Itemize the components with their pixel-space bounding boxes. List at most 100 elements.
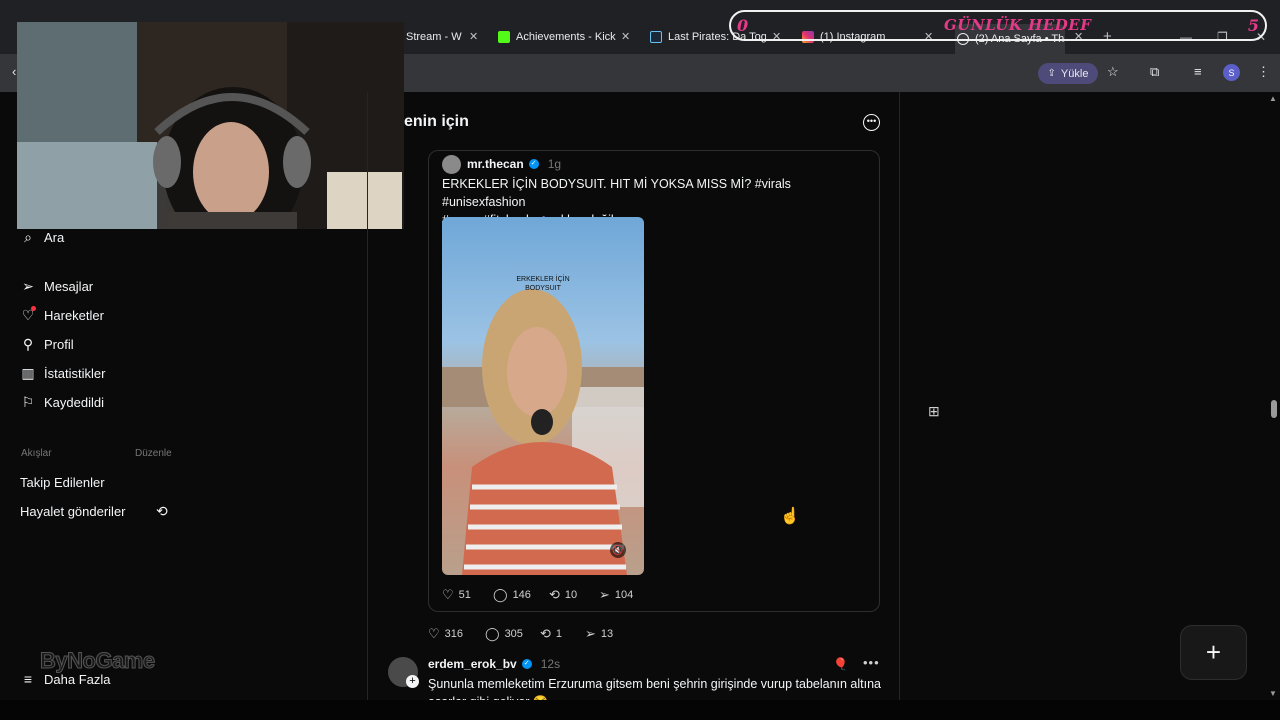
tab-label: Stream - W: [406, 31, 462, 43]
add-column-icon[interactable]: ⊞: [928, 403, 940, 420]
edit-feeds-link[interactable]: Düzenle: [135, 448, 172, 459]
bynogame-watermark: ByNoGame: [40, 648, 156, 674]
scroll-down-icon[interactable]: ▼: [1269, 689, 1277, 698]
like-button[interactable]: ♡ 316: [428, 626, 463, 642]
bottom-bar: [0, 700, 1280, 720]
post-options-icon[interactable]: •••: [863, 655, 880, 670]
repost-button[interactable]: ⟲ 1: [540, 626, 562, 642]
sidebar-item-label: Mesajlar: [44, 279, 94, 294]
verified-badge-icon: ✓: [528, 159, 539, 169]
sidebar-item-saved[interactable]: ⚐ Kaydedildi: [20, 394, 104, 411]
tab-achievements[interactable]: Achievements - Kick: [498, 26, 636, 48]
repost-count: 10: [564, 589, 578, 601]
share-icon: ➢: [585, 626, 596, 641]
notification-dot: [31, 306, 36, 311]
goal-current: 0: [737, 16, 749, 35]
post-time: 1g: [547, 157, 562, 171]
post-text-line: ERKEKLER İÇİN BODYSUIT. HIT Mİ YOKSA MIS…: [442, 177, 791, 209]
ghost-posts-icon[interactable]: ⟲: [156, 503, 168, 520]
comment-button[interactable]: ◯ 305: [485, 626, 523, 642]
tab-label: Achievements - Kick: [516, 31, 616, 43]
back-icon[interactable]: ‹: [12, 64, 16, 79]
webcam-feed: [17, 22, 404, 229]
sidebar-feed-following[interactable]: Takip Edilenler: [20, 475, 105, 490]
chart-icon: ▥: [21, 365, 35, 381]
sidebar-item-label: Hayalet gönderiler: [20, 504, 126, 519]
webcam-image: [17, 22, 404, 229]
avatar[interactable]: [442, 155, 461, 174]
plus-icon: +: [1205, 637, 1222, 667]
media-icon[interactable]: ≡: [1194, 64, 1202, 79]
repost-icon: ⟲: [549, 587, 560, 602]
search-icon: ⌕: [24, 229, 32, 245]
create-post-button[interactable]: +: [1180, 625, 1247, 680]
goal-title: GÜNLÜK HEDEF: [944, 16, 1092, 34]
sidebar-item-label: Takip Edilenler: [20, 475, 105, 490]
cursor-hand-icon: ☝: [780, 508, 800, 525]
tab-close-icon[interactable]: ✕: [621, 30, 630, 43]
feed-options-icon[interactable]: •••: [863, 114, 880, 131]
video-caption: ERKEKLER İÇİN BODYSUIT: [516, 276, 570, 292]
post-time: 12s: [540, 657, 561, 671]
menu-icon[interactable]: ⋮: [1257, 64, 1270, 80]
star-icon[interactable]: ☆: [1107, 64, 1119, 80]
person-icon: ⚲: [22, 336, 34, 352]
share-icon: ➢: [599, 587, 610, 602]
post-username[interactable]: erdem_erok_bv: [428, 657, 517, 671]
like-count: 316: [444, 628, 464, 640]
mute-icon[interactable]: 🔇: [610, 542, 626, 558]
comment-count: 146: [512, 589, 531, 601]
quoted-repost-button[interactable]: ⟲ 10: [549, 587, 577, 603]
sidebar-item-label: Ara: [44, 230, 65, 245]
quoted-post-header: mr.thecan ✓ 1g: [467, 157, 561, 171]
sidebar-item-messages[interactable]: ➢ Mesajlar: [20, 278, 93, 295]
kick-icon: [498, 31, 510, 43]
share-count: 13: [600, 628, 614, 640]
sidebar-search[interactable]: ⌕ Ara: [20, 229, 64, 246]
comment-icon: ◯: [485, 626, 500, 641]
scrollbar-thumb[interactable]: [1271, 400, 1277, 418]
scrollbar[interactable]: [1268, 92, 1280, 702]
upload-button[interactable]: ⇪ Yükle: [1038, 63, 1098, 84]
share-count: 104: [614, 589, 634, 601]
sidebar-item-label: İstatistikler: [44, 366, 106, 381]
post-username[interactable]: mr.thecan: [467, 157, 524, 171]
sidebar-item-label: Hareketler: [44, 308, 104, 323]
send-icon: ➢: [22, 278, 34, 294]
verified-badge-icon: ✓: [521, 659, 532, 669]
quoted-share-button[interactable]: ➢ 104: [599, 587, 633, 603]
sidebar-item-profile[interactable]: ⚲ Profil: [20, 336, 74, 353]
quoted-like-button[interactable]: ♡ 51: [442, 587, 471, 603]
next-post-header: erdem_erok_bv ✓ 12s: [428, 657, 560, 671]
post-text-line: Şununla memleketim Erzuruma gitsem beni …: [428, 677, 882, 691]
video-frame: [442, 289, 644, 575]
post-video[interactable]: ERKEKLER İÇİN BODYSUIT 🔇: [442, 217, 644, 575]
bookmark-icon: ⚐: [21, 394, 35, 410]
profile-avatar[interactable]: S: [1223, 64, 1240, 81]
share-button[interactable]: ➢ 13: [585, 626, 613, 642]
steam-icon: [650, 31, 662, 43]
feed-title: enin için: [404, 113, 469, 130]
upload-label: Yükle: [1060, 67, 1089, 80]
extensions-icon[interactable]: ⧉: [1150, 64, 1159, 80]
reaction-icon: 🎈: [833, 657, 848, 671]
comment-count: 305: [504, 628, 523, 640]
upload-icon: ⇪: [1047, 68, 1056, 79]
goal-target: 5: [1247, 16, 1259, 35]
sidebar-item-insights[interactable]: ▥ İstatistikler: [20, 365, 105, 382]
daily-goal-overlay: 0 GÜNLÜK HEDEF 5: [729, 10, 1267, 41]
sidebar-item-label: Kaydedildi: [44, 395, 104, 410]
heart-icon: ♡: [428, 626, 440, 641]
tab-close-icon[interactable]: ✕: [469, 30, 478, 43]
repost-icon: ⟲: [540, 626, 551, 641]
hamburger-icon: ≡: [23, 671, 33, 687]
sidebar-feed-ghost-posts[interactable]: Hayalet gönderiler: [20, 504, 126, 519]
follow-plus-icon[interactable]: +: [406, 675, 419, 688]
scroll-up-icon[interactable]: ▲: [1269, 94, 1277, 103]
quoted-comment-button[interactable]: ◯ 146: [493, 587, 531, 603]
like-count: 51: [458, 589, 471, 601]
feeds-heading: Akışlar: [21, 448, 52, 459]
heart-icon: ♡: [442, 587, 454, 602]
comment-icon: ◯: [493, 587, 508, 602]
sidebar-item-label: Profil: [44, 337, 74, 352]
